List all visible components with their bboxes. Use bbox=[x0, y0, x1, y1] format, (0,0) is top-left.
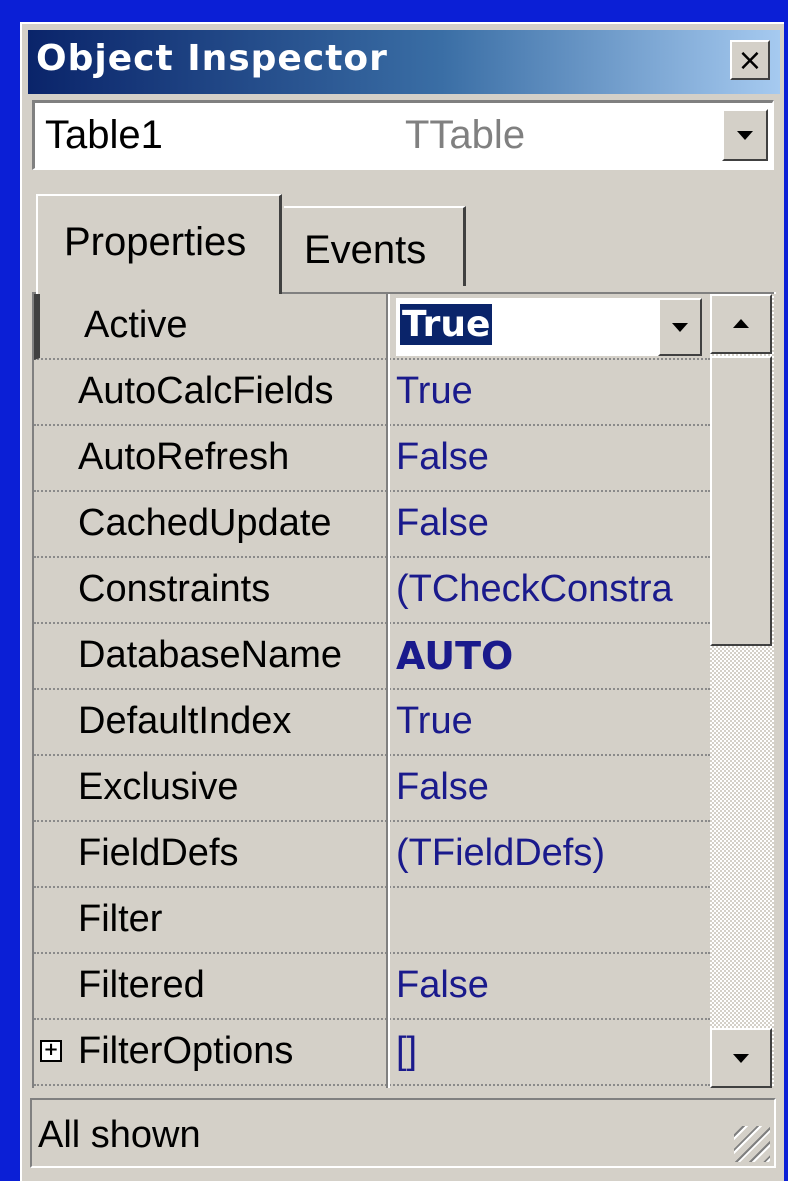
chevron-down-icon bbox=[737, 131, 753, 140]
property-row-exclusive[interactable]: Exclusive False bbox=[34, 756, 710, 822]
property-name: CachedUpdate bbox=[78, 502, 332, 544]
property-row-defaultindex[interactable]: DefaultIndex True bbox=[34, 690, 710, 756]
property-row-autocalcfields[interactable]: AutoCalcFields True bbox=[34, 360, 710, 426]
vertical-scrollbar[interactable] bbox=[710, 294, 774, 1088]
property-row-filter[interactable]: Filter bbox=[34, 888, 710, 954]
status-text: All shown bbox=[38, 1114, 201, 1156]
property-value[interactable]: (TCheckConstra bbox=[396, 568, 712, 611]
property-name: Filtered bbox=[78, 964, 205, 1006]
tab-events-label: Events bbox=[304, 228, 427, 272]
window-title: Object Inspector bbox=[36, 38, 388, 79]
property-row-cachedupdates[interactable]: CachedUpdate False bbox=[34, 492, 710, 558]
property-name: Exclusive bbox=[78, 766, 239, 808]
property-name: DefaultIndex bbox=[78, 700, 292, 742]
property-value[interactable]: False bbox=[396, 964, 712, 1007]
scroll-down-button[interactable] bbox=[710, 1028, 772, 1088]
property-row-constraints[interactable]: Constraints (TCheckConstra bbox=[34, 558, 710, 624]
property-row-active[interactable]: Active True bbox=[34, 294, 710, 360]
property-row-autorefresh[interactable]: AutoRefresh False bbox=[34, 426, 710, 492]
component-name: Table1 bbox=[45, 113, 163, 157]
column-divider[interactable] bbox=[386, 294, 390, 1088]
property-value[interactable]: False bbox=[396, 436, 712, 479]
property-row-databasename[interactable]: DatabaseName AUTO bbox=[34, 624, 710, 690]
tab-events[interactable]: Events bbox=[284, 206, 466, 286]
property-grid: Active True AutoCalcFields True AutoRefr… bbox=[32, 292, 774, 1088]
status-bar: All shown bbox=[30, 1098, 776, 1168]
close-button[interactable]: × bbox=[730, 40, 770, 80]
property-value[interactable]: True bbox=[396, 700, 712, 743]
plus-box-icon[interactable]: + bbox=[40, 1040, 62, 1062]
property-name: AutoCalcFields bbox=[78, 370, 334, 412]
property-value[interactable]: False bbox=[396, 766, 712, 809]
tab-properties[interactable]: Properties bbox=[36, 194, 282, 294]
property-row-fielddefs[interactable]: FieldDefs (TFieldDefs) bbox=[34, 822, 710, 888]
chevron-down-icon bbox=[672, 323, 688, 332]
scroll-thumb[interactable] bbox=[710, 356, 772, 646]
property-name: Constraints bbox=[78, 568, 271, 610]
property-row-filteroptions[interactable]: + FilterOptions [] bbox=[34, 1020, 710, 1086]
property-name: DatabaseName bbox=[78, 634, 343, 676]
close-icon: × bbox=[737, 42, 763, 78]
property-name: FilterOptions bbox=[78, 1030, 294, 1072]
property-value[interactable]: AUTO bbox=[396, 634, 712, 678]
arrow-down-icon bbox=[733, 1054, 749, 1063]
property-value-editor[interactable]: True bbox=[396, 298, 658, 356]
title-bar[interactable]: Object Inspector × bbox=[28, 30, 780, 94]
value-dropdown-button[interactable] bbox=[658, 298, 702, 356]
property-value[interactable]: True bbox=[396, 370, 712, 413]
tab-properties-label: Properties bbox=[64, 220, 247, 264]
resize-grip-icon[interactable] bbox=[734, 1126, 770, 1162]
object-inspector-window: Object Inspector × Table1 TTable Propert… bbox=[20, 22, 784, 1181]
property-value[interactable]: False bbox=[396, 502, 712, 545]
property-name: Active bbox=[84, 304, 188, 346]
component-dropdown-button[interactable] bbox=[722, 109, 768, 161]
property-name: FieldDefs bbox=[78, 832, 239, 874]
component-selector[interactable]: Table1 TTable bbox=[32, 100, 774, 170]
component-type: TTable bbox=[405, 113, 526, 157]
arrow-up-icon bbox=[733, 319, 749, 328]
property-name: Filter bbox=[78, 898, 163, 940]
property-value[interactable]: [] bbox=[396, 1030, 712, 1073]
property-name: AutoRefresh bbox=[78, 436, 290, 478]
property-value[interactable]: True bbox=[400, 304, 493, 345]
scroll-up-button[interactable] bbox=[710, 294, 772, 354]
property-value[interactable]: (TFieldDefs) bbox=[396, 832, 712, 875]
property-row-filtered[interactable]: Filtered False bbox=[34, 954, 710, 1020]
